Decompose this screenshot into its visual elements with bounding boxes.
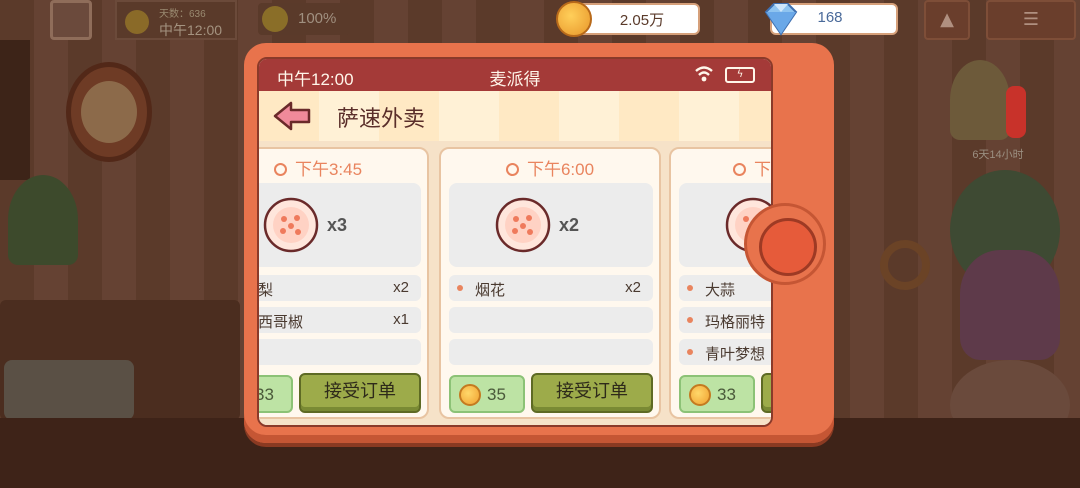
phone-screen: 中午12:00 麦派得 ϟ 萨速外卖 下午3:45 x3 梨 x2 西哥椒 x1… xyxy=(257,57,773,427)
topping-row xyxy=(449,339,653,365)
wall-clock xyxy=(66,62,152,162)
topping-qty: x1 xyxy=(393,311,409,328)
lamp xyxy=(880,240,930,290)
clock-icon xyxy=(273,163,287,176)
back-arrow-icon[interactable] xyxy=(273,100,313,132)
accept-order-button[interactable]: 接受订单 xyxy=(531,373,653,413)
dish-quantity: x2 xyxy=(559,215,580,235)
reward-value: 35 xyxy=(487,385,506,404)
order-card: 下午 大蒜 玛格丽特 xyxy=(669,147,771,419)
coin-icon xyxy=(689,384,711,406)
bullet xyxy=(687,349,693,355)
topping-name: 大蒜 xyxy=(705,282,736,299)
bullet xyxy=(457,285,463,291)
topping-name: 玛格丽特 xyxy=(705,314,766,331)
game-time: 中午12:00 xyxy=(159,22,223,38)
coin-icon xyxy=(459,384,481,406)
day-count: 天数：636 xyxy=(159,9,206,20)
gem-value: 168 xyxy=(817,9,843,26)
player-avatar[interactable] xyxy=(50,0,92,40)
dish-quantity: x3 xyxy=(327,215,348,235)
gem-icon xyxy=(764,3,798,36)
coin-icon xyxy=(556,1,592,37)
clock-icon xyxy=(505,163,519,176)
phone-device: 中午12:00 麦派得 ϟ 萨速外卖 下午3:45 x3 梨 x2 西哥椒 x1… xyxy=(244,43,834,443)
topping-qty: x2 xyxy=(393,279,409,296)
topping-row: 大蒜 xyxy=(679,275,771,301)
topping-name: 青叶梦想 xyxy=(705,346,766,363)
day-time-panel: 天数：636 中午12:00 xyxy=(115,0,237,40)
page-title: 萨速外卖 xyxy=(337,106,426,131)
sun-icon xyxy=(125,10,149,34)
topping-row xyxy=(449,307,653,333)
dish-box: x2 xyxy=(449,183,653,267)
bouquet-timer: 6天14小时 xyxy=(972,149,1024,161)
reward-badge: 33 xyxy=(259,375,293,413)
topping-name: 凤梨 xyxy=(258,282,274,299)
order-time: 下午6:00 xyxy=(441,155,659,179)
order-time: 下午3:45 xyxy=(259,155,427,179)
page-header: 萨速外卖 xyxy=(259,91,771,141)
order-time-text: 下午 xyxy=(754,160,771,179)
reward-value: 33 xyxy=(259,385,274,404)
coin-value: 2.05万 xyxy=(619,12,665,29)
potted-plant xyxy=(8,175,78,265)
mood-value: 100% xyxy=(298,10,337,27)
typewriter xyxy=(4,360,134,420)
home-button[interactable] xyxy=(744,203,826,285)
alert-icon[interactable] xyxy=(1006,86,1026,138)
mood-panel: 100% xyxy=(258,3,350,35)
order-card: 下午3:45 x3 凤梨 x2 墨西哥椒 xyxy=(258,147,429,419)
dish-box: x3 xyxy=(259,183,421,267)
reward-badge: 33 xyxy=(679,375,755,413)
topping-name: 烟花 xyxy=(475,282,506,299)
coral-decor xyxy=(960,250,1060,360)
order-list[interactable]: 下午3:45 x3 凤梨 x2 墨西哥椒 xyxy=(258,141,771,425)
status-bar: 中午12:00 麦派得 ϟ xyxy=(259,59,771,91)
topping-row: 凤梨 x2 xyxy=(258,275,421,301)
battery-icon: ϟ xyxy=(725,67,755,83)
order-time-text: 下午3:45 xyxy=(294,160,363,179)
wifi-icon xyxy=(695,66,713,82)
order-time: 下午 xyxy=(671,155,771,179)
topping-row: 青叶梦想 xyxy=(679,339,771,365)
topping-row: 墨西哥椒 x1 xyxy=(258,307,421,333)
reward-value: 33 xyxy=(717,385,736,404)
bouquet[interactable] xyxy=(950,60,1010,140)
pizza-icon xyxy=(495,197,551,253)
topping-row xyxy=(259,339,421,365)
bookshelf xyxy=(0,40,30,180)
reward-badge: 35 xyxy=(449,375,525,413)
topping-row: 玛格丽特 xyxy=(679,307,771,333)
order-time-text: 下午6:00 xyxy=(526,160,595,179)
accept-order-button[interactable]: 接受订单 xyxy=(299,373,421,413)
pizza-icon xyxy=(263,197,319,253)
order-card: 下午6:00 x2 烟花 x2 35 接受订单 xyxy=(439,147,661,419)
topping-qty: x2 xyxy=(625,279,641,296)
bullet xyxy=(687,317,693,323)
menu-icon[interactable]: ☰ xyxy=(986,0,1076,40)
clock-icon xyxy=(733,163,746,176)
topping-row: 烟花 x2 xyxy=(449,275,653,301)
chevron-up-icon[interactable]: ▲ xyxy=(924,0,970,40)
mood-icon xyxy=(262,6,288,32)
bullet xyxy=(687,285,693,291)
topping-name: 墨西哥椒 xyxy=(258,314,304,331)
accept-order-button[interactable]: 接受订单 xyxy=(761,373,771,413)
